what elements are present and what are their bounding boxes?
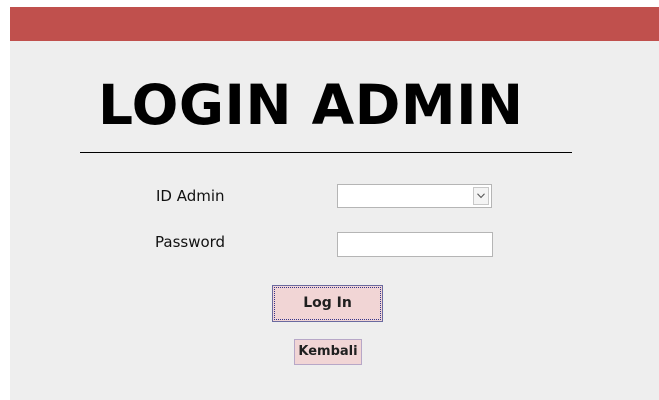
title-divider xyxy=(80,152,572,153)
login-button[interactable]: Log In xyxy=(272,285,383,322)
chevron-down-icon xyxy=(477,193,485,199)
title-bar xyxy=(10,7,659,41)
page-title: LOGIN ADMIN xyxy=(98,73,524,137)
dropdown-button[interactable] xyxy=(473,187,489,205)
login-window: LOGIN ADMIN ID Admin Password Log In Kem… xyxy=(10,7,659,400)
id-admin-dropdown[interactable] xyxy=(337,184,492,208)
password-field[interactable] xyxy=(337,232,493,257)
back-button[interactable]: Kembali xyxy=(294,339,362,365)
id-admin-label: ID Admin xyxy=(156,187,225,205)
password-label: Password xyxy=(155,233,226,251)
